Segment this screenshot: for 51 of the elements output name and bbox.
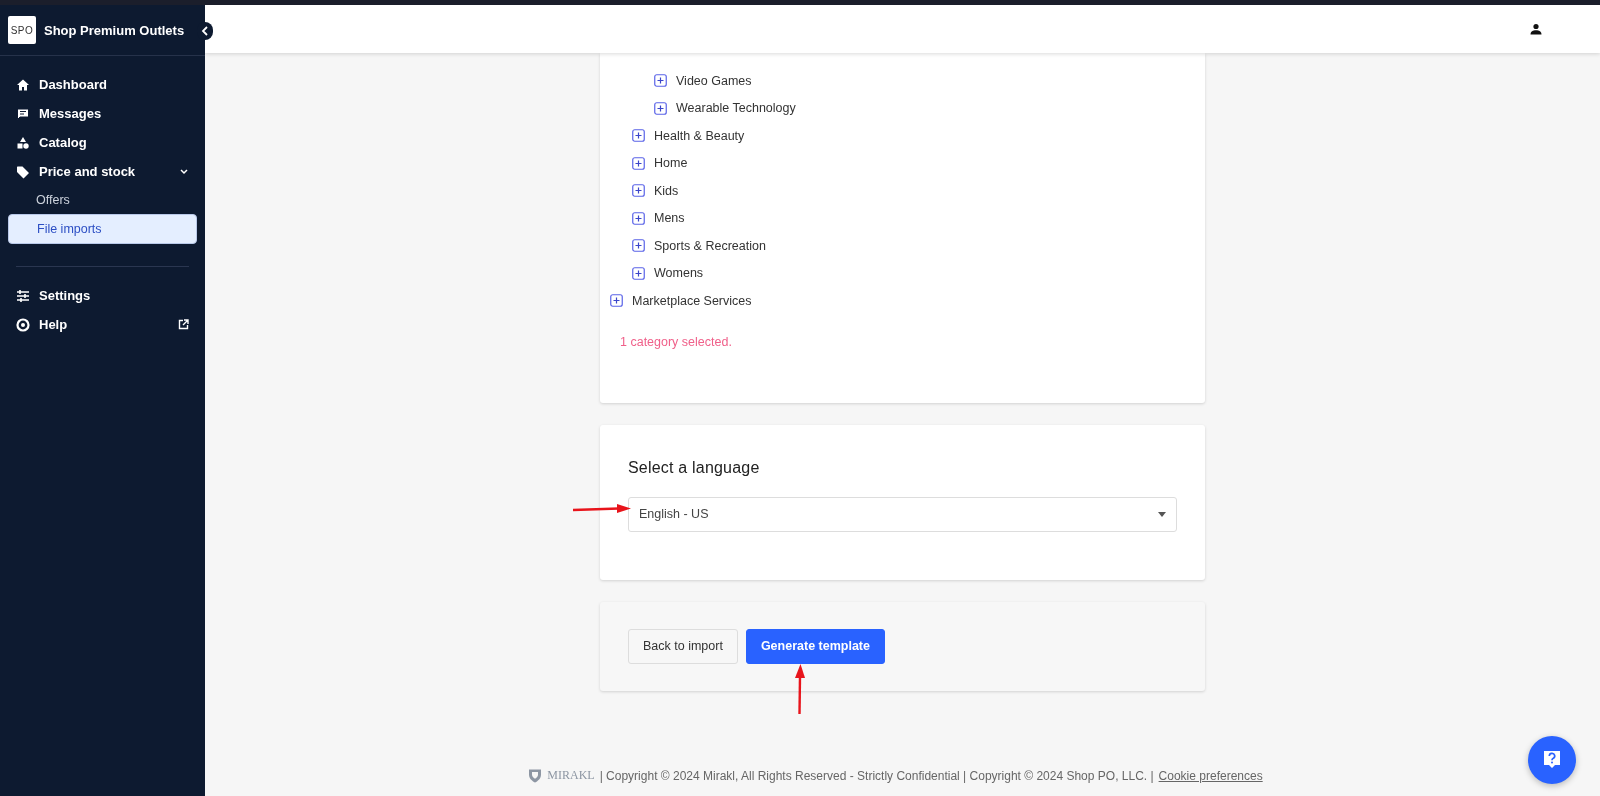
- annotation-arrow: [573, 503, 631, 514]
- user-icon[interactable]: [1530, 23, 1542, 35]
- brand-name: Shop Premium Outlets: [44, 22, 185, 38]
- expand-icon[interactable]: [610, 294, 623, 308]
- nav-subitem[interactable]: Offers: [8, 186, 197, 214]
- nav-item[interactable]: Price and stock: [8, 157, 197, 186]
- back-button[interactable]: Back to import: [628, 628, 738, 664]
- expand-icon[interactable]: [632, 184, 645, 198]
- nav-item[interactable]: Messages: [8, 99, 197, 128]
- caret-icon: [1158, 511, 1166, 517]
- nav-item[interactable]: Catalog: [8, 128, 197, 157]
- external-link-icon: [178, 319, 189, 330]
- question-icon: [1543, 750, 1561, 770]
- shield-icon: [528, 768, 543, 783]
- logo: SPO: [8, 16, 36, 44]
- nav-item[interactable]: Dashboard: [8, 70, 197, 99]
- category-label[interactable]: Wearable Technology: [676, 101, 796, 116]
- expand-icon[interactable]: [632, 156, 645, 170]
- cookie-link[interactable]: Cookie preferences: [1158, 768, 1263, 783]
- expand-icon[interactable]: [632, 129, 645, 143]
- expand-icon[interactable]: [654, 101, 667, 115]
- language-select[interactable]: English - US: [628, 496, 1177, 532]
- annotation-arrow: [795, 663, 805, 714]
- expand-icon[interactable]: [632, 239, 645, 253]
- category-label[interactable]: Kids: [654, 183, 679, 198]
- category-label[interactable]: Sports & Recreation: [654, 238, 766, 253]
- expand-icon[interactable]: [654, 74, 667, 88]
- category-label[interactable]: Womens: [654, 266, 704, 281]
- home-icon: [16, 77, 30, 92]
- nav-item[interactable]: Settings: [8, 281, 197, 310]
- category-label[interactable]: Video Games: [676, 73, 752, 88]
- help-button[interactable]: [1528, 736, 1576, 784]
- footer-text: | Copyright © 2024 Mirakl, All Rights Reserved - Strictly Confidential | Copyright © 2024 Shop PO, LLC. |: [599, 768, 1154, 783]
- message-icon: [16, 106, 30, 121]
- category-label[interactable]: Health & Beauty: [654, 128, 745, 143]
- category-label[interactable]: Mens: [654, 211, 685, 226]
- section-title: Select a language: [628, 458, 761, 477]
- category-label[interactable]: Marketplace Services: [632, 293, 752, 308]
- tag-icon: [16, 164, 30, 179]
- generate-button[interactable]: Generate template: [745, 628, 885, 664]
- footer-logo: MIRAKL: [547, 768, 595, 783]
- selection-note: 1 category selected.: [619, 333, 733, 349]
- category-label[interactable]: Home: [654, 156, 688, 171]
- shapes-icon: [16, 135, 30, 150]
- nav-item[interactable]: Help: [8, 310, 197, 339]
- chevron-left-icon: [201, 26, 209, 36]
- expand-icon[interactable]: [632, 266, 645, 280]
- expand-icon[interactable]: [632, 211, 645, 225]
- lifebuoy-icon: [16, 317, 30, 332]
- sliders-icon: [16, 288, 30, 303]
- nav-subitem[interactable]: File imports: [8, 214, 197, 244]
